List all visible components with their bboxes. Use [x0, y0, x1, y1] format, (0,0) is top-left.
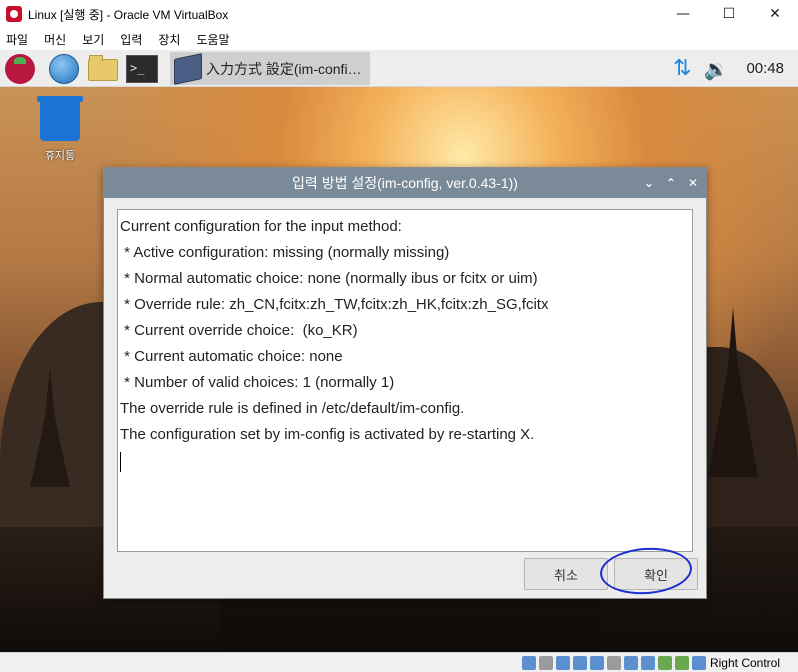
- text-line: * Active configuration: missing (normall…: [120, 244, 450, 261]
- text-line: * Override rule: zh_CN,fcitx:zh_TW,fcitx…: [120, 296, 549, 313]
- taskbar-item-im-config[interactable]: 入力方式 設定(im-confi…: [170, 52, 370, 85]
- text-caret: [120, 452, 121, 472]
- video-capture-icon[interactable]: [640, 655, 655, 670]
- host-key-label: Right Control: [709, 655, 780, 670]
- browser-launcher[interactable]: [48, 53, 80, 85]
- trash-label: 휴지통: [44, 150, 76, 162]
- network-adapter-icon[interactable]: [572, 655, 587, 670]
- menu-view[interactable]: 보기: [82, 31, 104, 48]
- chevron-down-icon[interactable]: ⌄: [644, 176, 654, 190]
- close-icon[interactable]: ✕: [688, 176, 698, 190]
- taskbar-item-label: 入力方式 設定(im-confi…: [206, 60, 362, 77]
- network-icon[interactable]: ⇅: [673, 56, 691, 81]
- raspberry-icon: [5, 54, 35, 84]
- host-window-controls: — ☐ ✕: [660, 0, 798, 28]
- display-icon[interactable]: [623, 655, 638, 670]
- menu-help[interactable]: 도움말: [196, 31, 229, 48]
- shared-folders-icon[interactable]: [606, 655, 621, 670]
- cancel-button[interactable]: 취소: [524, 558, 608, 590]
- dialog-button-row: 취소 확인: [518, 544, 698, 598]
- system-tray: ⇅ 🔉 00:48: [673, 50, 798, 87]
- dialog-text-area[interactable]: Current configuration for the input meth…: [117, 209, 693, 552]
- terminal-icon: >_: [126, 55, 158, 83]
- trash-icon: [37, 96, 83, 141]
- text-line: * Current automatic choice: none: [120, 348, 343, 365]
- menu-devices[interactable]: 장치: [158, 31, 180, 48]
- desktop-trash[interactable]: 휴지통: [32, 96, 88, 163]
- host-menu-bar: 파일 머신 보기 입력 장치 도움말: [0, 28, 798, 50]
- chevron-up-icon[interactable]: ⌃: [666, 176, 676, 190]
- menu-machine[interactable]: 머신: [44, 31, 66, 48]
- ok-button-wrapper: 확인: [598, 544, 698, 598]
- keyboard-icon[interactable]: [691, 655, 706, 670]
- desktop: 휴지통 입력 방법 설정(im-config, ver.0.43-1)) ⌄ ⌃…: [0, 87, 798, 652]
- host-title-bar: Linux [실행 중] - Oracle VM VirtualBox — ☐ …: [0, 0, 798, 28]
- file-manager-launcher[interactable]: [86, 53, 118, 85]
- text-line: * Normal automatic choice: none (normall…: [120, 270, 538, 287]
- dialog-window-controls: ⌄ ⌃ ✕: [632, 168, 698, 198]
- raspberry-menu-button[interactable]: [4, 53, 36, 85]
- terminal-launcher[interactable]: >_: [126, 53, 158, 85]
- maximize-button[interactable]: ☐: [706, 0, 752, 28]
- close-button[interactable]: ✕: [752, 0, 798, 28]
- text-line: The configuration set by im-config is ac…: [120, 426, 535, 443]
- guest-panel: >_ 入力方式 設定(im-confi… ⇅ 🔉 00:48: [0, 50, 798, 87]
- dialog-title: 입력 방법 설정(im-config, ver.0.43-1)): [292, 175, 518, 191]
- book-icon: [174, 52, 202, 85]
- hard-disk-icon[interactable]: [521, 655, 536, 670]
- dialog-title-bar[interactable]: 입력 방법 설정(im-config, ver.0.43-1)) ⌄ ⌃ ✕: [104, 168, 706, 198]
- folder-icon: [88, 55, 118, 81]
- optical-drive-icon[interactable]: [538, 655, 553, 670]
- globe-icon: [49, 54, 79, 84]
- virtualbox-app-icon: [6, 6, 22, 22]
- menu-input[interactable]: 입력: [120, 31, 142, 48]
- audio-icon[interactable]: [555, 655, 570, 670]
- host-window-title: Linux [실행 중] - Oracle VM VirtualBox: [28, 7, 229, 22]
- text-line: * Current override choice: (ko_KR): [120, 322, 358, 339]
- text-line: Current configuration for the input meth…: [120, 218, 402, 235]
- mouse-integration-icon[interactable]: [674, 655, 689, 670]
- ok-button[interactable]: 확인: [614, 558, 698, 590]
- text-line: * Number of valid choices: 1 (normally 1…: [120, 374, 395, 391]
- im-config-dialog: 입력 방법 설정(im-config, ver.0.43-1)) ⌄ ⌃ ✕ C…: [103, 167, 707, 599]
- volume-icon[interactable]: 🔉: [704, 57, 729, 81]
- vm-status-bar: Right Control: [0, 652, 798, 672]
- clock[interactable]: 00:48: [746, 60, 784, 77]
- minimize-button[interactable]: —: [660, 0, 706, 28]
- text-line: The override rule is defined in /etc/def…: [120, 400, 465, 417]
- menu-file[interactable]: 파일: [6, 31, 28, 48]
- usb-icon[interactable]: [589, 655, 604, 670]
- cpu-icon[interactable]: [657, 655, 672, 670]
